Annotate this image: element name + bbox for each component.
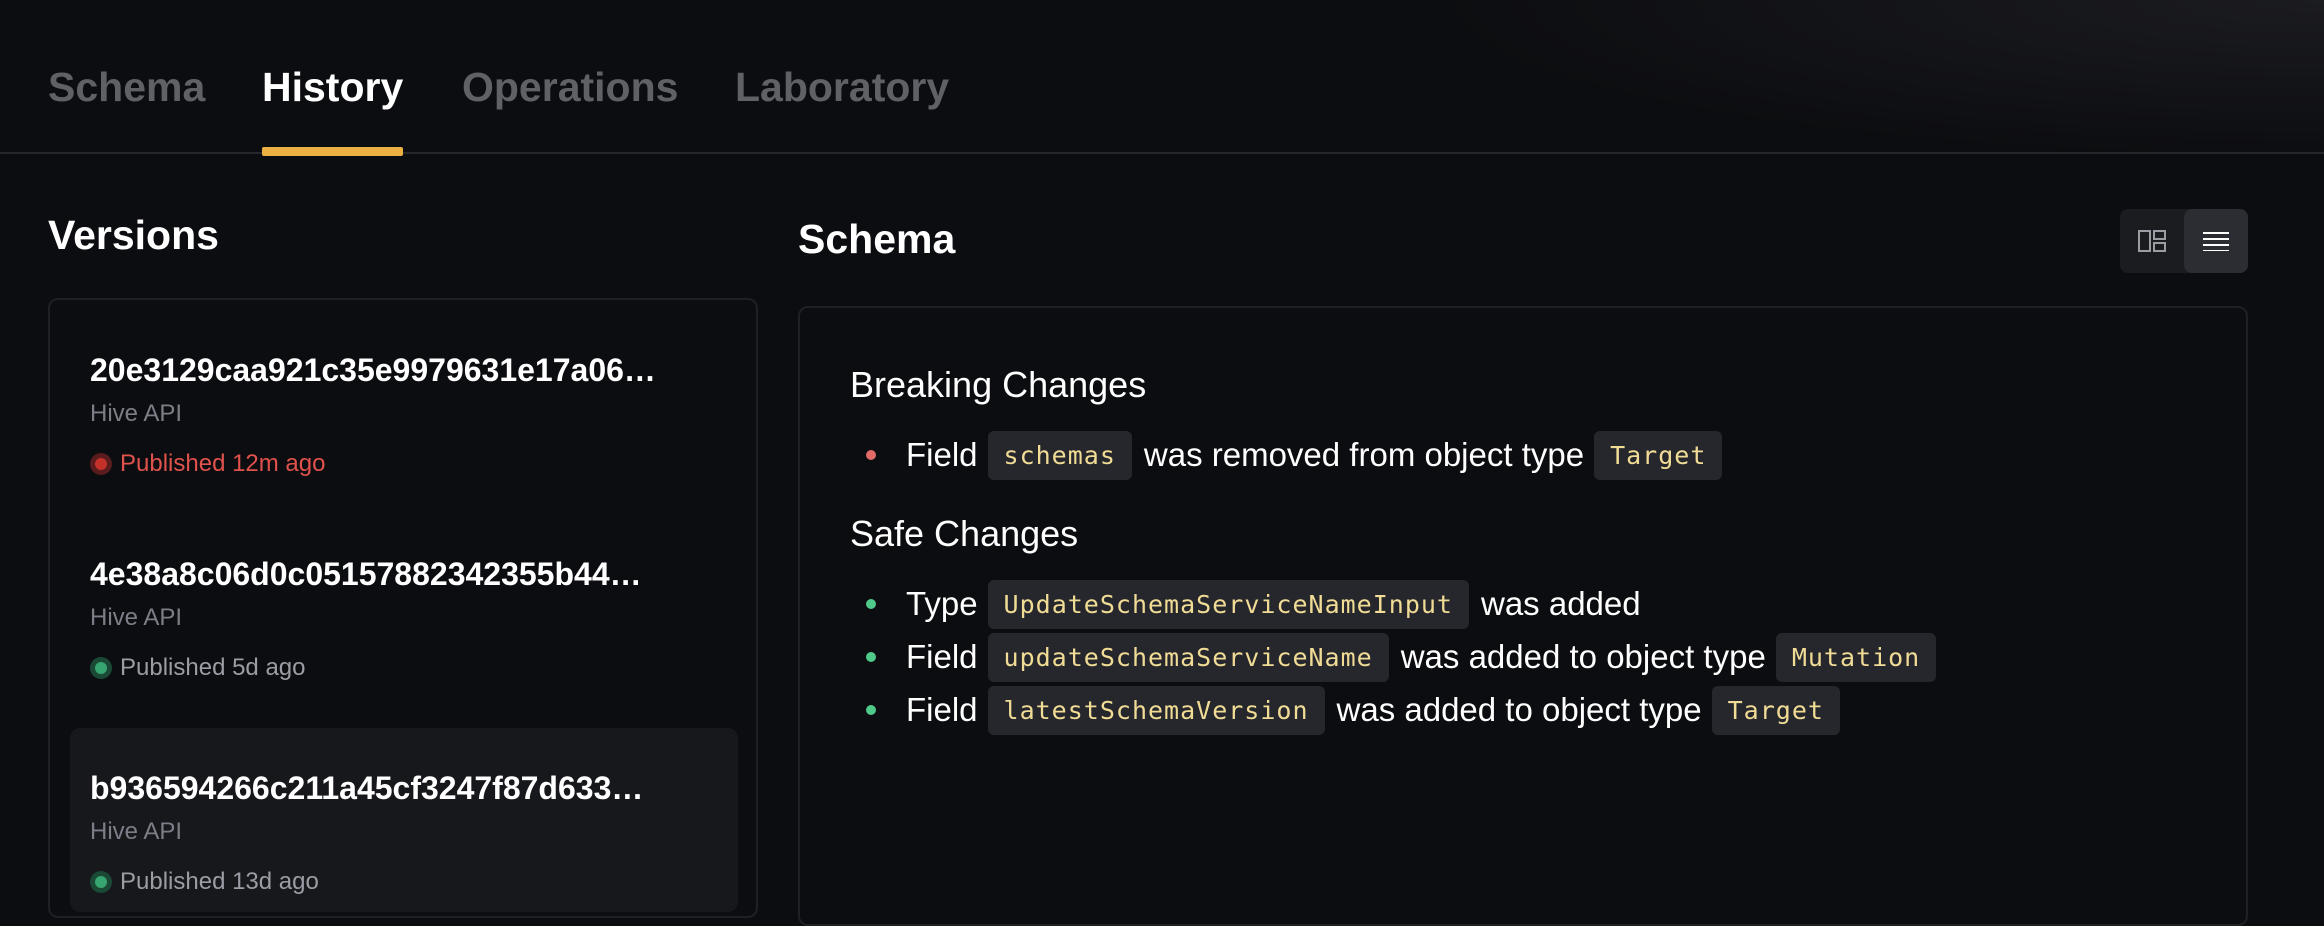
version-status: Published 5d ago xyxy=(90,654,305,682)
version-service: Hive API xyxy=(90,604,183,631)
view-mode-toggle xyxy=(2120,209,2248,273)
list-view-button[interactable] xyxy=(2184,209,2248,273)
version-item-selected[interactable]: b936594266c211a45cf3247f87d633… Hive API… xyxy=(70,728,738,912)
change-subject: latestSchemaVersion xyxy=(987,685,1325,735)
change-subject: UpdateSchemaServiceNameInput xyxy=(987,579,1469,629)
version-service: Hive API xyxy=(90,400,183,427)
change-description: was added to object type xyxy=(1336,691,1702,728)
change-target-type: Target xyxy=(1711,685,1840,735)
version-status-text: Published 12m ago xyxy=(120,450,326,477)
change-kind: Field xyxy=(906,691,978,728)
change-description: was removed from object type xyxy=(1143,436,1585,473)
schema-changes-panel: Breaking Changes Field schemas was remov… xyxy=(798,306,2248,926)
version-item[interactable]: 4e38a8c06d0c05157882342355b44… Hive API … xyxy=(70,514,738,698)
safe-bullet-icon xyxy=(866,705,876,715)
change-kind: Type xyxy=(906,585,978,622)
error-status-icon xyxy=(90,453,112,475)
safe-change-item: Type UpdateSchemaServiceNameInput was ad… xyxy=(866,579,1651,629)
version-item[interactable]: 20e3129caa921c35e9979631e17a06… Hive API… xyxy=(70,310,738,494)
change-subject: schemas xyxy=(987,430,1132,480)
breaking-changes-title: Breaking Changes xyxy=(850,364,1147,405)
version-status-text: Published 13d ago xyxy=(120,868,319,895)
tab-history[interactable]: History xyxy=(262,64,404,156)
split-view-icon xyxy=(2138,230,2166,252)
change-target-type: Mutation xyxy=(1775,632,1937,682)
version-status: Published 13d ago xyxy=(90,868,319,896)
version-service: Hive API xyxy=(90,818,183,845)
version-hash: b936594266c211a45cf3247f87d633… xyxy=(90,770,644,806)
safe-changes-title: Safe Changes xyxy=(850,513,1079,554)
split-view-button[interactable] xyxy=(2120,209,2184,273)
tab-operations[interactable]: Operations xyxy=(462,64,678,154)
breaking-bullet-icon xyxy=(866,450,876,460)
list-view-icon xyxy=(2203,232,2229,251)
change-description: was added xyxy=(1480,585,1641,622)
change-kind: Field xyxy=(906,436,978,473)
safe-bullet-icon xyxy=(866,599,876,609)
version-status-text: Published 5d ago xyxy=(120,654,306,681)
top-tab-bar: Schema History Operations Laboratory xyxy=(0,0,2324,156)
breaking-change-item: Field schemas was removed from object ty… xyxy=(866,430,1734,480)
success-status-icon xyxy=(90,657,112,679)
tab-laboratory[interactable]: Laboratory xyxy=(735,64,949,154)
change-subject: updateSchemaServiceName xyxy=(987,632,1389,682)
safe-change-item: Field updateSchemaServiceName was added … xyxy=(866,632,1948,682)
safe-bullet-icon xyxy=(866,652,876,662)
schema-title: Schema xyxy=(798,216,956,262)
change-description: was added to object type xyxy=(1400,638,1766,675)
versions-list: 20e3129caa921c35e9979631e17a06… Hive API… xyxy=(48,298,758,918)
version-hash: 4e38a8c06d0c05157882342355b44… xyxy=(90,556,642,592)
tab-schema[interactable]: Schema xyxy=(48,64,205,154)
versions-title: Versions xyxy=(48,212,219,258)
change-target-type: Target xyxy=(1594,430,1723,480)
version-status: Published 12m ago xyxy=(90,450,325,478)
success-status-icon xyxy=(90,871,112,893)
version-hash: 20e3129caa921c35e9979631e17a06… xyxy=(90,352,656,388)
change-kind: Field xyxy=(906,638,978,675)
safe-change-item: Field latestSchemaVersion was added to o… xyxy=(866,685,1852,735)
